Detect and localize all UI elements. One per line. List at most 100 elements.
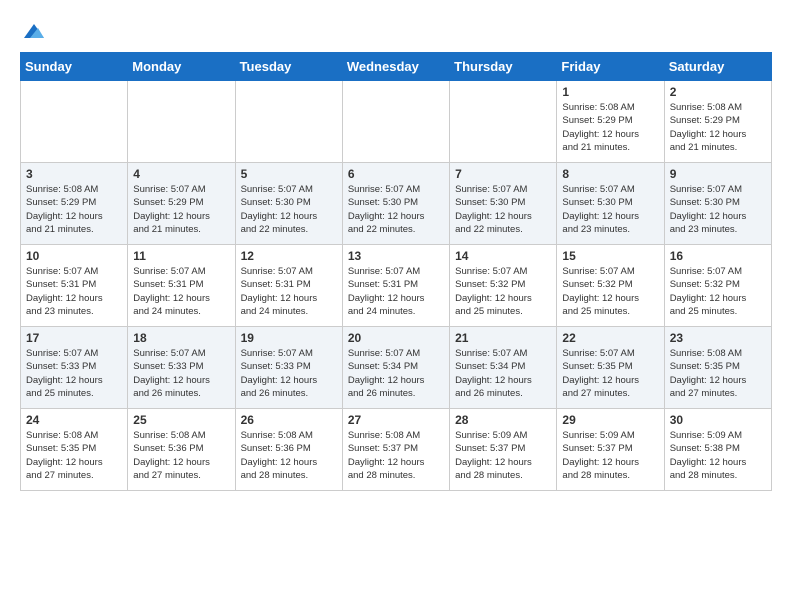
calendar-cell: 22Sunrise: 5:07 AM Sunset: 5:35 PM Dayli… [557, 327, 664, 409]
calendar-cell: 29Sunrise: 5:09 AM Sunset: 5:37 PM Dayli… [557, 409, 664, 491]
calendar-cell: 30Sunrise: 5:09 AM Sunset: 5:38 PM Dayli… [664, 409, 771, 491]
cell-info: Sunrise: 5:08 AM Sunset: 5:37 PM Dayligh… [348, 429, 444, 482]
calendar-cell: 5 Sunrise: 5:07 AM Sunset: 5:30 PM Daylig… [235, 163, 342, 245]
logo-icon [22, 20, 44, 42]
page: SundayMondayTuesdayWednesdayThursdayFrid… [0, 0, 792, 501]
calendar-cell: 2Sunrise: 5:08 AM Sunset: 5:29 PM Daylig… [664, 81, 771, 163]
day-number: 10 [26, 249, 122, 263]
cell-info: Sunrise: 5:07 AM Sunset: 5:30 PM Dayligh… [241, 183, 337, 236]
calendar-cell: 14 Sunrise: 5:07 AM Sunset: 5:32 PM Dayli… [450, 245, 557, 327]
day-number: 6 [348, 167, 444, 181]
cell-info: Sunrise: 5:07 AM Sunset: 5:32 PM Dayligh… [670, 265, 766, 318]
day-number: 14 [455, 249, 551, 263]
day-number: 2 [670, 85, 766, 99]
cell-info: Sunrise: 5:07 AM Sunset: 5:31 PM Dayligh… [133, 265, 229, 318]
calendar-cell: 6 Sunrise: 5:07 AM Sunset: 5:30 PM Daylig… [342, 163, 449, 245]
cell-info: Sunrise: 5:07 AM Sunset: 5:31 PM Dayligh… [241, 265, 337, 318]
calendar-cell [450, 81, 557, 163]
day-number: 9 [670, 167, 766, 181]
calendar-cell: 10 Sunrise: 5:07 AM Sunset: 5:31 PM Dayli… [21, 245, 128, 327]
day-number: 8 [562, 167, 658, 181]
calendar-cell: 16 Sunrise: 5:07 AM Sunset: 5:32 PM Dayli… [664, 245, 771, 327]
day-number: 26 [241, 413, 337, 427]
day-number: 27 [348, 413, 444, 427]
calendar-cell: 3 Sunrise: 5:08 AM Sunset: 5:29 PM Daylig… [21, 163, 128, 245]
day-number: 5 [241, 167, 337, 181]
cell-info: Sunrise: 5:07 AM Sunset: 5:31 PM Dayligh… [26, 265, 122, 318]
weekday-header-tuesday: Tuesday [235, 53, 342, 81]
calendar-cell: 18 Sunrise: 5:07 AM Sunset: 5:33 PM Dayli… [128, 327, 235, 409]
calendar-cell [21, 81, 128, 163]
weekday-header-monday: Monday [128, 53, 235, 81]
calendar-cell: 19 Sunrise: 5:07 AM Sunset: 5:33 PM Dayli… [235, 327, 342, 409]
day-number: 21 [455, 331, 551, 345]
calendar-cell [342, 81, 449, 163]
day-number: 15 [562, 249, 658, 263]
calendar-cell: 17 Sunrise: 5:07 AM Sunset: 5:33 PM Dayli… [21, 327, 128, 409]
cell-info: Sunrise: 5:07 AM Sunset: 5:30 PM Dayligh… [562, 183, 658, 236]
cell-info: Sunrise: 5:08 AM Sunset: 5:36 PM Dayligh… [241, 429, 337, 482]
calendar-cell: 11Sunrise: 5:07 AM Sunset: 5:31 PM Dayli… [128, 245, 235, 327]
cell-info: Sunrise: 5:07 AM Sunset: 5:30 PM Dayligh… [455, 183, 551, 236]
day-number: 28 [455, 413, 551, 427]
cell-info: Sunrise: 5:07 AM Sunset: 5:33 PM Dayligh… [26, 347, 122, 400]
cell-info: Sunrise: 5:07 AM Sunset: 5:33 PM Dayligh… [241, 347, 337, 400]
calendar-cell: 20 Sunrise: 5:07 AM Sunset: 5:34 PM Dayli… [342, 327, 449, 409]
day-number: 29 [562, 413, 658, 427]
calendar-cell: 8 Sunrise: 5:07 AM Sunset: 5:30 PM Daylig… [557, 163, 664, 245]
logo-text [20, 20, 44, 42]
cell-info: Sunrise: 5:08 AM Sunset: 5:29 PM Dayligh… [26, 183, 122, 236]
calendar-cell [235, 81, 342, 163]
calendar-week-4: 24Sunrise: 5:08 AM Sunset: 5:35 PM Dayli… [21, 409, 772, 491]
cell-info: Sunrise: 5:07 AM Sunset: 5:30 PM Dayligh… [348, 183, 444, 236]
cell-info: Sunrise: 5:07 AM Sunset: 5:34 PM Dayligh… [455, 347, 551, 400]
day-number: 12 [241, 249, 337, 263]
calendar-cell: 23Sunrise: 5:08 AM Sunset: 5:35 PM Dayli… [664, 327, 771, 409]
logo [20, 20, 44, 38]
calendar-week-3: 17 Sunrise: 5:07 AM Sunset: 5:33 PM Dayli… [21, 327, 772, 409]
calendar-cell: 24Sunrise: 5:08 AM Sunset: 5:35 PM Dayli… [21, 409, 128, 491]
calendar-cell: 7 Sunrise: 5:07 AM Sunset: 5:30 PM Daylig… [450, 163, 557, 245]
calendar-week-1: 3 Sunrise: 5:08 AM Sunset: 5:29 PM Daylig… [21, 163, 772, 245]
calendar-cell: 27 Sunrise: 5:08 AM Sunset: 5:37 PM Dayli… [342, 409, 449, 491]
cell-info: Sunrise: 5:07 AM Sunset: 5:32 PM Dayligh… [562, 265, 658, 318]
cell-info: Sunrise: 5:09 AM Sunset: 5:38 PM Dayligh… [670, 429, 766, 482]
cell-info: Sunrise: 5:08 AM Sunset: 5:35 PM Dayligh… [670, 347, 766, 400]
day-number: 1 [562, 85, 658, 99]
day-number: 3 [26, 167, 122, 181]
calendar-week-2: 10 Sunrise: 5:07 AM Sunset: 5:31 PM Dayli… [21, 245, 772, 327]
day-number: 19 [241, 331, 337, 345]
day-number: 17 [26, 331, 122, 345]
cell-info: Sunrise: 5:07 AM Sunset: 5:35 PM Dayligh… [562, 347, 658, 400]
day-number: 7 [455, 167, 551, 181]
calendar-cell: 28 Sunrise: 5:09 AM Sunset: 5:37 PM Dayli… [450, 409, 557, 491]
calendar-cell: 25 Sunrise: 5:08 AM Sunset: 5:36 PM Dayli… [128, 409, 235, 491]
calendar-cell: 12 Sunrise: 5:07 AM Sunset: 5:31 PM Dayli… [235, 245, 342, 327]
cell-info: Sunrise: 5:07 AM Sunset: 5:33 PM Dayligh… [133, 347, 229, 400]
weekday-header-wednesday: Wednesday [342, 53, 449, 81]
calendar-week-0: 1 Sunrise: 5:08 AM Sunset: 5:29 PM Daylig… [21, 81, 772, 163]
day-number: 13 [348, 249, 444, 263]
weekday-header-row: SundayMondayTuesdayWednesdayThursdayFrid… [21, 53, 772, 81]
calendar-cell: 15 Sunrise: 5:07 AM Sunset: 5:32 PM Dayli… [557, 245, 664, 327]
day-number: 18 [133, 331, 229, 345]
day-number: 25 [133, 413, 229, 427]
cell-info: Sunrise: 5:08 AM Sunset: 5:29 PM Dayligh… [562, 101, 658, 154]
cell-info: Sunrise: 5:07 AM Sunset: 5:34 PM Dayligh… [348, 347, 444, 400]
calendar-cell: 26 Sunrise: 5:08 AM Sunset: 5:36 PM Dayli… [235, 409, 342, 491]
cell-info: Sunrise: 5:09 AM Sunset: 5:37 PM Dayligh… [455, 429, 551, 482]
cell-info: Sunrise: 5:07 AM Sunset: 5:31 PM Dayligh… [348, 265, 444, 318]
header [20, 20, 772, 38]
cell-info: Sunrise: 5:08 AM Sunset: 5:36 PM Dayligh… [133, 429, 229, 482]
day-number: 20 [348, 331, 444, 345]
cell-info: Sunrise: 5:07 AM Sunset: 5:30 PM Dayligh… [670, 183, 766, 236]
weekday-header-thursday: Thursday [450, 53, 557, 81]
weekday-header-sunday: Sunday [21, 53, 128, 81]
calendar-cell [128, 81, 235, 163]
calendar-cell: 4Sunrise: 5:07 AM Sunset: 5:29 PM Daylig… [128, 163, 235, 245]
weekday-header-friday: Friday [557, 53, 664, 81]
calendar-cell: 1 Sunrise: 5:08 AM Sunset: 5:29 PM Daylig… [557, 81, 664, 163]
day-number: 16 [670, 249, 766, 263]
cell-info: Sunrise: 5:07 AM Sunset: 5:32 PM Dayligh… [455, 265, 551, 318]
calendar-cell: 9 Sunrise: 5:07 AM Sunset: 5:30 PM Daylig… [664, 163, 771, 245]
